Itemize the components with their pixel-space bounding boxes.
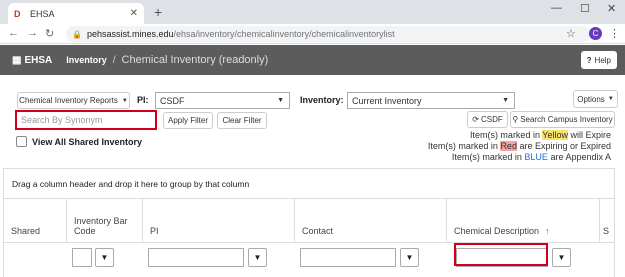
apply-filter-label: Apply Filter xyxy=(168,116,209,125)
options-button[interactable]: Options ▼ xyxy=(573,90,618,108)
pi-value: CSDF xyxy=(160,95,185,106)
legend-red: Item(s) marked in Red are Expiring or Ex… xyxy=(428,141,611,151)
funnel-icon[interactable]: ▼ xyxy=(248,248,267,267)
new-tab-icon[interactable]: + xyxy=(154,4,162,20)
column-title: Contact xyxy=(302,226,334,236)
barcode-filter-input[interactable] xyxy=(72,248,92,267)
chemical-inventory-reports-dropdown[interactable]: Chemical Inventory Reports ▼ xyxy=(17,92,130,109)
brand[interactable]: ▦ EHSA xyxy=(12,55,52,66)
legend-text: are Expiring or Expired xyxy=(516,141,611,151)
profile-avatar[interactable]: C xyxy=(589,27,602,40)
pi-filter-input[interactable] xyxy=(148,248,244,267)
search-by-synonym-input[interactable]: Search By Synonym xyxy=(15,110,157,130)
column-header-pi[interactable]: PI xyxy=(143,199,295,242)
funnel-icon[interactable]: ▼ xyxy=(95,248,114,267)
search-campus-label: Search Campus Inventory xyxy=(520,115,613,124)
legend-red-word: Red xyxy=(500,141,517,151)
breadcrumb-separator: / xyxy=(112,54,116,66)
lock-icon: 🔒 xyxy=(72,29,82,39)
app-navbar: ▦ EHSA Inventory / Chemical Inventory (r… xyxy=(0,45,625,75)
caret-down-icon: ▼ xyxy=(502,97,509,104)
maximize-icon[interactable]: ☐ xyxy=(580,2,590,15)
site-favicon-icon: D xyxy=(14,8,21,19)
breadcrumb-inventory[interactable]: Inventory xyxy=(66,55,107,65)
caret-down-icon: ▼ xyxy=(277,97,284,104)
reports-label: Chemical Inventory Reports xyxy=(19,96,118,105)
funnel-icon[interactable]: ▼ xyxy=(400,248,419,267)
inventory-select[interactable]: Current Inventory ▼ xyxy=(347,92,515,109)
pi-select[interactable]: CSDF ▼ xyxy=(155,92,290,109)
legend-text: are Appendix A xyxy=(547,152,611,162)
clear-filter-label: Clear Filter xyxy=(222,116,262,125)
clear-filter-button[interactable]: Clear Filter xyxy=(217,112,267,129)
legend-yellow: Item(s) marked in Yellow will Expire xyxy=(470,130,611,140)
refresh-icon: ⟳ xyxy=(472,115,479,124)
view-all-shared-checkbox[interactable] xyxy=(16,136,27,147)
legend-blue-word: BLUE xyxy=(524,152,548,162)
bookmark-star-icon[interactable]: ☆ xyxy=(566,27,576,40)
column-header-barcode[interactable]: Inventory Bar Code xyxy=(67,199,143,242)
url-field[interactable]: 🔒 pehsassist.mines.edu /ehsa/inventory/c… xyxy=(66,26,590,42)
column-title: PI xyxy=(150,226,159,236)
caret-down-icon: ▼ xyxy=(607,96,614,102)
legend-yellow-word: Yellow xyxy=(542,130,568,140)
column-header-chemical-description[interactable]: Chemical Description ↑ xyxy=(447,199,600,242)
browser-tab-strip: D EHSA ✕ + — ☐ ✕ xyxy=(0,0,625,24)
highlight-annotation xyxy=(454,243,548,266)
column-header-next[interactable]: S xyxy=(600,199,614,242)
legend-text: Item(s) marked in xyxy=(469,130,543,140)
browser-menu-icon[interactable]: ⋮ xyxy=(609,27,620,40)
column-header-shared[interactable]: Shared xyxy=(4,199,67,242)
close-tab-icon[interactable]: ✕ xyxy=(130,8,138,19)
funnel-icon[interactable]: ▼ xyxy=(552,248,571,267)
tab-title: EHSA xyxy=(30,8,55,19)
group-by-drop-area[interactable]: Drag a column header and drop it here to… xyxy=(4,169,614,199)
column-title: Chemical Description xyxy=(454,226,540,236)
reload-icon[interactable]: ↻ xyxy=(45,27,54,40)
csdf-label: CSDF xyxy=(480,115,503,124)
apply-filter-button[interactable]: Apply Filter xyxy=(163,112,213,129)
minimize-icon[interactable]: — xyxy=(551,2,562,14)
column-header-contact[interactable]: Contact xyxy=(295,199,447,242)
address-bar-row: ← → ↻ 🔒 pehsassist.mines.edu /ehsa/inven… xyxy=(0,24,625,44)
search-icon: ⚲ xyxy=(512,115,519,124)
help-label: Help xyxy=(594,55,611,65)
legend-blue: Item(s) marked in BLUE are Appendix A xyxy=(452,152,611,162)
view-all-shared-label: View All Shared Inventory xyxy=(32,137,143,147)
options-label: Options xyxy=(577,94,605,104)
grid-icon: ▦ xyxy=(12,54,22,66)
inventory-label: Inventory: xyxy=(300,95,344,105)
page-title: Chemical Inventory (readonly) xyxy=(121,54,269,66)
brand-label: EHSA xyxy=(24,54,53,66)
close-window-icon[interactable]: ✕ xyxy=(607,2,616,15)
forward-icon[interactable]: → xyxy=(27,27,38,39)
column-title: Inventory Bar Code xyxy=(74,216,128,236)
legend-text: will Expire xyxy=(567,130,611,140)
caret-down-icon: ▼ xyxy=(121,97,128,104)
column-title: S xyxy=(603,226,610,236)
csdf-button[interactable]: ⟳ CSDF xyxy=(467,111,508,128)
browser-tab[interactable]: D EHSA ✕ xyxy=(8,3,144,24)
help-icon: ? xyxy=(586,55,592,65)
back-icon[interactable]: ← xyxy=(8,27,19,39)
group-hint: Drag a column header and drop it here to… xyxy=(12,178,250,189)
contact-filter-input[interactable] xyxy=(300,248,396,267)
legend-text: Item(s) marked in xyxy=(451,152,525,162)
sort-ascending-icon[interactable]: ↑ xyxy=(545,226,550,236)
help-button[interactable]: ? Help xyxy=(580,51,617,69)
inventory-value: Current Inventory xyxy=(352,95,422,106)
search-campus-inventory-button[interactable]: ⚲ Search Campus Inventory xyxy=(510,111,615,128)
url-path: /ehsa/inventory/chemicalinventory/chemic… xyxy=(173,29,395,39)
search-placeholder: Search By Synonym xyxy=(21,115,103,125)
url-host: pehsassist.mines.edu xyxy=(86,29,174,39)
pi-label: PI: xyxy=(137,95,149,105)
column-title: Shared xyxy=(11,226,41,236)
legend-text: Item(s) marked in xyxy=(427,141,501,151)
